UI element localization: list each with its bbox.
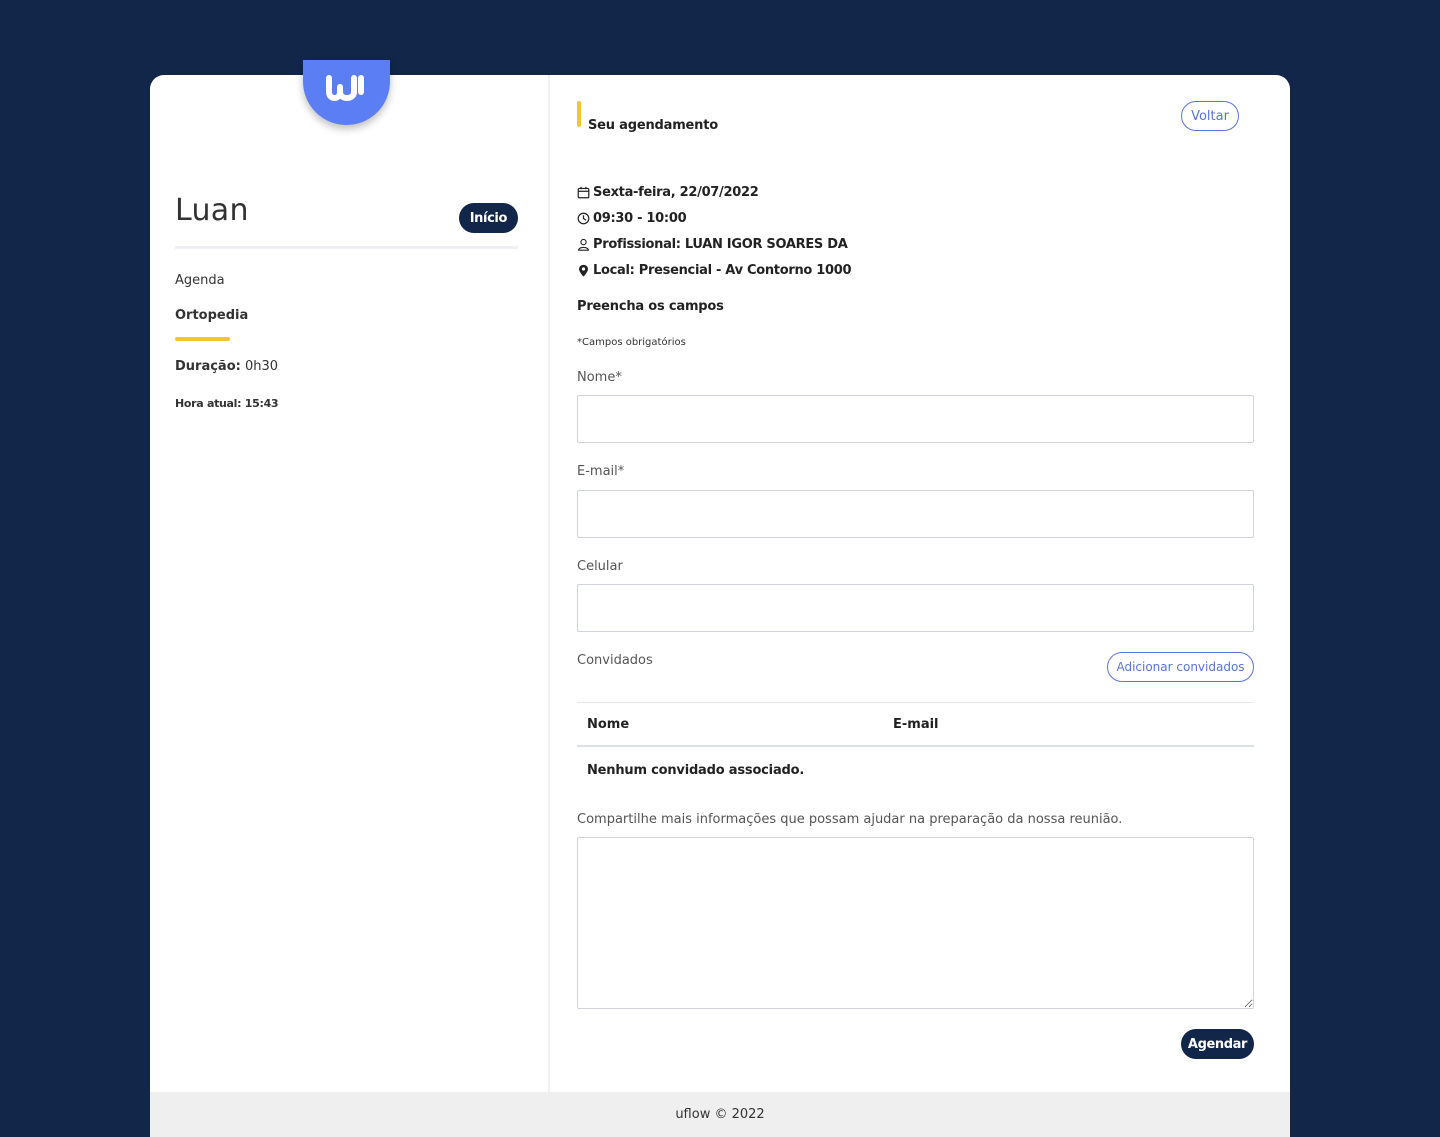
email-label: E-mail* — [577, 464, 625, 479]
duration: Duração: 0h30 — [175, 359, 278, 374]
notes-textarea[interactable] — [577, 837, 1254, 1009]
home-button[interactable]: Início — [458, 203, 518, 233]
service-underline — [175, 337, 230, 341]
submit-button[interactable]: Agendar — [1181, 1029, 1254, 1059]
booking-card: Luan Início Agenda Ortopedia Duração: 0h… — [150, 75, 1290, 1137]
guests-empty-message: Nenhum convidado associado. — [587, 763, 805, 778]
calendar-icon — [577, 186, 590, 199]
add-guests-button[interactable]: Adicionar convidados — [1107, 652, 1254, 682]
back-button[interactable]: Voltar — [1181, 101, 1239, 131]
sidebar-header: Luan Início — [175, 193, 518, 249]
duration-label: Duração: — [175, 359, 241, 374]
phone-field[interactable] — [577, 584, 1254, 632]
column-header-name: Nome — [587, 717, 630, 732]
user-name: Luan — [175, 193, 249, 228]
notes-label: Compartilhe mais informações que possam … — [577, 812, 1123, 827]
appointment-location: Local: Presencial - Av Contorno 1000 — [577, 263, 852, 278]
appointment-professional: Profissional: LUAN IGOR SOARES DA — [577, 237, 848, 252]
duration-value: 0h30 — [244, 359, 279, 374]
appointment-date-text: Sexta-feira, 22/07/2022 — [593, 185, 759, 200]
guests-label: Convidados — [577, 653, 653, 668]
phone-label: Celular — [577, 559, 623, 574]
name-field[interactable] — [577, 395, 1254, 443]
appointment-professional-text: Profissional: LUAN IGOR SOARES DA — [593, 237, 848, 252]
footer: uflow © 2022 — [150, 1092, 1290, 1137]
uflow-logo-icon — [325, 74, 364, 101]
appointment-date: Sexta-feira, 22/07/2022 — [577, 185, 759, 200]
guests-table: Nome E-mail Nenhum convidado associado. — [577, 702, 1254, 778]
sidebar: Luan Início Agenda Ortopedia Duração: 0h… — [150, 75, 550, 1092]
email-field[interactable] — [577, 490, 1254, 538]
required-note: *Campos obrigatórios — [577, 337, 686, 348]
appointment-time-text: 09:30 - 10:00 — [593, 211, 687, 226]
guests-table-header: Nome E-mail — [577, 703, 1254, 747]
current-time: Hora atual: 15:43 — [175, 397, 279, 410]
section-accent-bar — [577, 101, 581, 127]
footer-text: uflow © 2022 — [675, 1107, 765, 1122]
section-title: Seu agendamento — [588, 118, 718, 133]
name-label: Nome* — [577, 370, 622, 385]
form-title: Preencha os campos — [577, 299, 724, 314]
appointment-location-text: Local: Presencial - Av Contorno 1000 — [593, 263, 852, 278]
appointment-time: 09:30 - 10:00 — [577, 211, 687, 226]
column-header-email: E-mail — [893, 717, 939, 732]
user-icon — [578, 238, 589, 251]
clock-icon — [577, 212, 590, 225]
service-name: Ortopedia — [175, 308, 249, 323]
map-pin-icon — [579, 264, 588, 277]
agenda-label: Agenda — [175, 273, 225, 288]
